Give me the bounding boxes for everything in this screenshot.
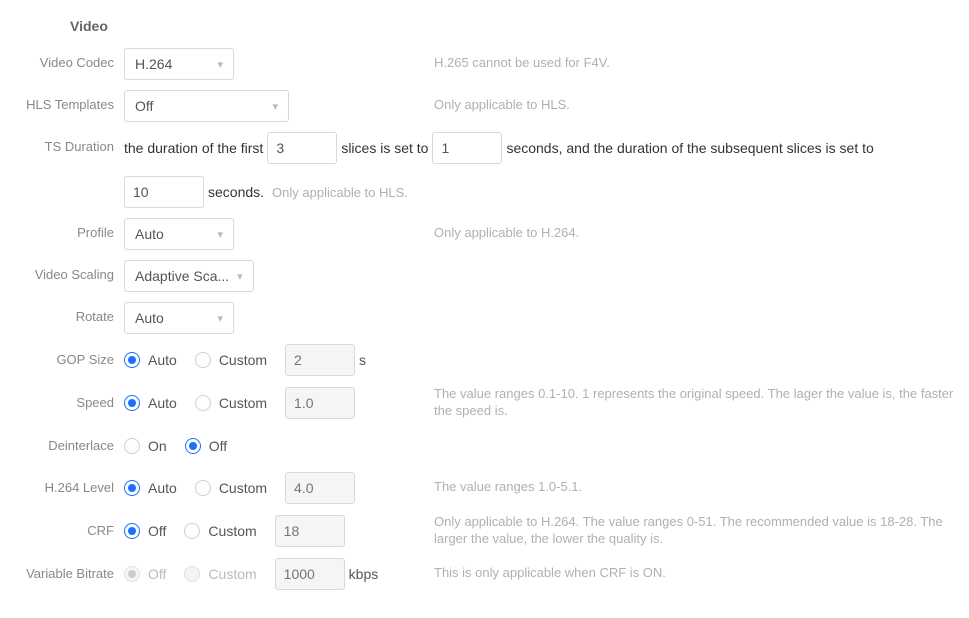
chevron-down-icon: ▾ <box>217 228 223 241</box>
row-video-codec: Video Codec H.264 ▾ H.265 cannot be used… <box>14 48 955 80</box>
video-codec-hint: H.265 cannot be used for F4V. <box>434 48 955 72</box>
profile-hint: Only applicable to H.264. <box>434 218 955 242</box>
gop-auto-label[interactable]: Auto <box>148 352 177 368</box>
section-title: Video <box>14 18 955 34</box>
ts-first-input[interactable] <box>267 132 337 164</box>
video-scaling-select[interactable]: Adaptive Sca... ▾ <box>124 260 254 292</box>
row-profile: Profile Auto ▾ Only applicable to H.264. <box>14 218 955 250</box>
ts-text-3: seconds, and the duration of the subsequ… <box>506 140 873 156</box>
hls-templates-hint: Only applicable to HLS. <box>434 90 955 114</box>
vbr-custom-label: Custom <box>208 566 256 582</box>
crf-hint: Only applicable to H.264. The value rang… <box>434 514 955 548</box>
gop-auto-radio[interactable] <box>124 352 140 368</box>
crf-custom-input <box>275 515 345 547</box>
ts-text-1: the duration of the first <box>124 140 263 156</box>
rotate-value: Auto <box>135 310 164 326</box>
label-deinterlace: Deinterlace <box>14 438 124 454</box>
gop-unit: s <box>359 352 366 368</box>
ts-text-2: slices is set to <box>341 140 428 156</box>
hls-templates-select[interactable]: Off ▾ <box>124 90 289 122</box>
speed-auto-label[interactable]: Auto <box>148 395 177 411</box>
label-variable-bitrate: Variable Bitrate <box>14 566 124 582</box>
h264-auto-label[interactable]: Auto <box>148 480 177 496</box>
row-ts-duration: TS Duration the duration of the first sl… <box>14 132 955 208</box>
vbr-off-label: Off <box>148 566 166 582</box>
row-hls-templates: HLS Templates Off ▾ Only applicable to H… <box>14 90 955 122</box>
vbr-hint: This is only applicable when CRF is ON. <box>434 565 955 582</box>
profile-select[interactable]: Auto ▾ <box>124 218 234 250</box>
speed-custom-radio[interactable] <box>195 395 211 411</box>
gop-custom-label[interactable]: Custom <box>219 352 267 368</box>
label-crf: CRF <box>14 523 124 539</box>
h264-hint: The value ranges 1.0-5.1. <box>434 479 955 496</box>
hls-templates-value: Off <box>135 98 153 114</box>
gop-custom-radio[interactable] <box>195 352 211 368</box>
label-speed: Speed <box>14 395 124 411</box>
vbr-custom-input <box>275 558 345 590</box>
deinterlace-on-radio[interactable] <box>124 438 140 454</box>
row-h264-level: H.264 Level Auto Custom The value ranges… <box>14 472 955 504</box>
vbr-off-radio <box>124 566 140 582</box>
chevron-down-icon: ▾ <box>217 312 223 325</box>
h264-custom-input <box>285 472 355 504</box>
row-gop-size: GOP Size Auto Custom s <box>14 344 955 376</box>
video-codec-value: H.264 <box>135 56 172 72</box>
h264-auto-radio[interactable] <box>124 480 140 496</box>
deinterlace-off-label[interactable]: Off <box>209 438 227 454</box>
ts-seconds-input[interactable] <box>432 132 502 164</box>
gop-custom-input <box>285 344 355 376</box>
row-variable-bitrate: Variable Bitrate Off Custom kbps This is… <box>14 558 955 590</box>
label-hls-templates: HLS Templates <box>14 90 124 113</box>
speed-auto-radio[interactable] <box>124 395 140 411</box>
speed-custom-label[interactable]: Custom <box>219 395 267 411</box>
chevron-down-icon: ▾ <box>237 270 243 283</box>
crf-off-label[interactable]: Off <box>148 523 166 539</box>
crf-custom-label[interactable]: Custom <box>208 523 256 539</box>
ts-duration-hint: Only applicable to HLS. <box>272 185 408 200</box>
row-rotate: Rotate Auto ▾ <box>14 302 955 334</box>
rotate-select[interactable]: Auto ▾ <box>124 302 234 334</box>
speed-custom-input <box>285 387 355 419</box>
crf-off-radio[interactable] <box>124 523 140 539</box>
row-speed: Speed Auto Custom The value ranges 0.1-1… <box>14 386 955 420</box>
profile-value: Auto <box>135 226 164 242</box>
label-h264-level: H.264 Level <box>14 480 124 496</box>
deinterlace-on-label[interactable]: On <box>148 438 167 454</box>
ts-subsequent-input[interactable] <box>124 176 204 208</box>
label-profile: Profile <box>14 218 124 241</box>
ts-text-4: seconds. <box>208 184 264 200</box>
label-ts-duration: TS Duration <box>14 132 124 155</box>
row-deinterlace: Deinterlace On Off <box>14 430 955 462</box>
row-video-scaling: Video Scaling Adaptive Sca... ▾ <box>14 260 955 292</box>
deinterlace-off-radio[interactable] <box>185 438 201 454</box>
label-video-codec: Video Codec <box>14 48 124 71</box>
label-video-scaling: Video Scaling <box>14 260 124 283</box>
chevron-down-icon: ▾ <box>217 58 223 71</box>
vbr-unit: kbps <box>349 566 379 582</box>
label-rotate: Rotate <box>14 302 124 325</box>
crf-custom-radio[interactable] <box>184 523 200 539</box>
vbr-custom-radio <box>184 566 200 582</box>
h264-custom-label[interactable]: Custom <box>219 480 267 496</box>
row-crf: CRF Off Custom Only applicable to H.264.… <box>14 514 955 548</box>
label-gop-size: GOP Size <box>14 352 124 368</box>
speed-hint: The value ranges 0.1-10. 1 represents th… <box>434 386 955 420</box>
video-codec-select[interactable]: H.264 ▾ <box>124 48 234 80</box>
video-scaling-value: Adaptive Sca... <box>135 268 229 284</box>
h264-custom-radio[interactable] <box>195 480 211 496</box>
chevron-down-icon: ▾ <box>272 100 278 113</box>
